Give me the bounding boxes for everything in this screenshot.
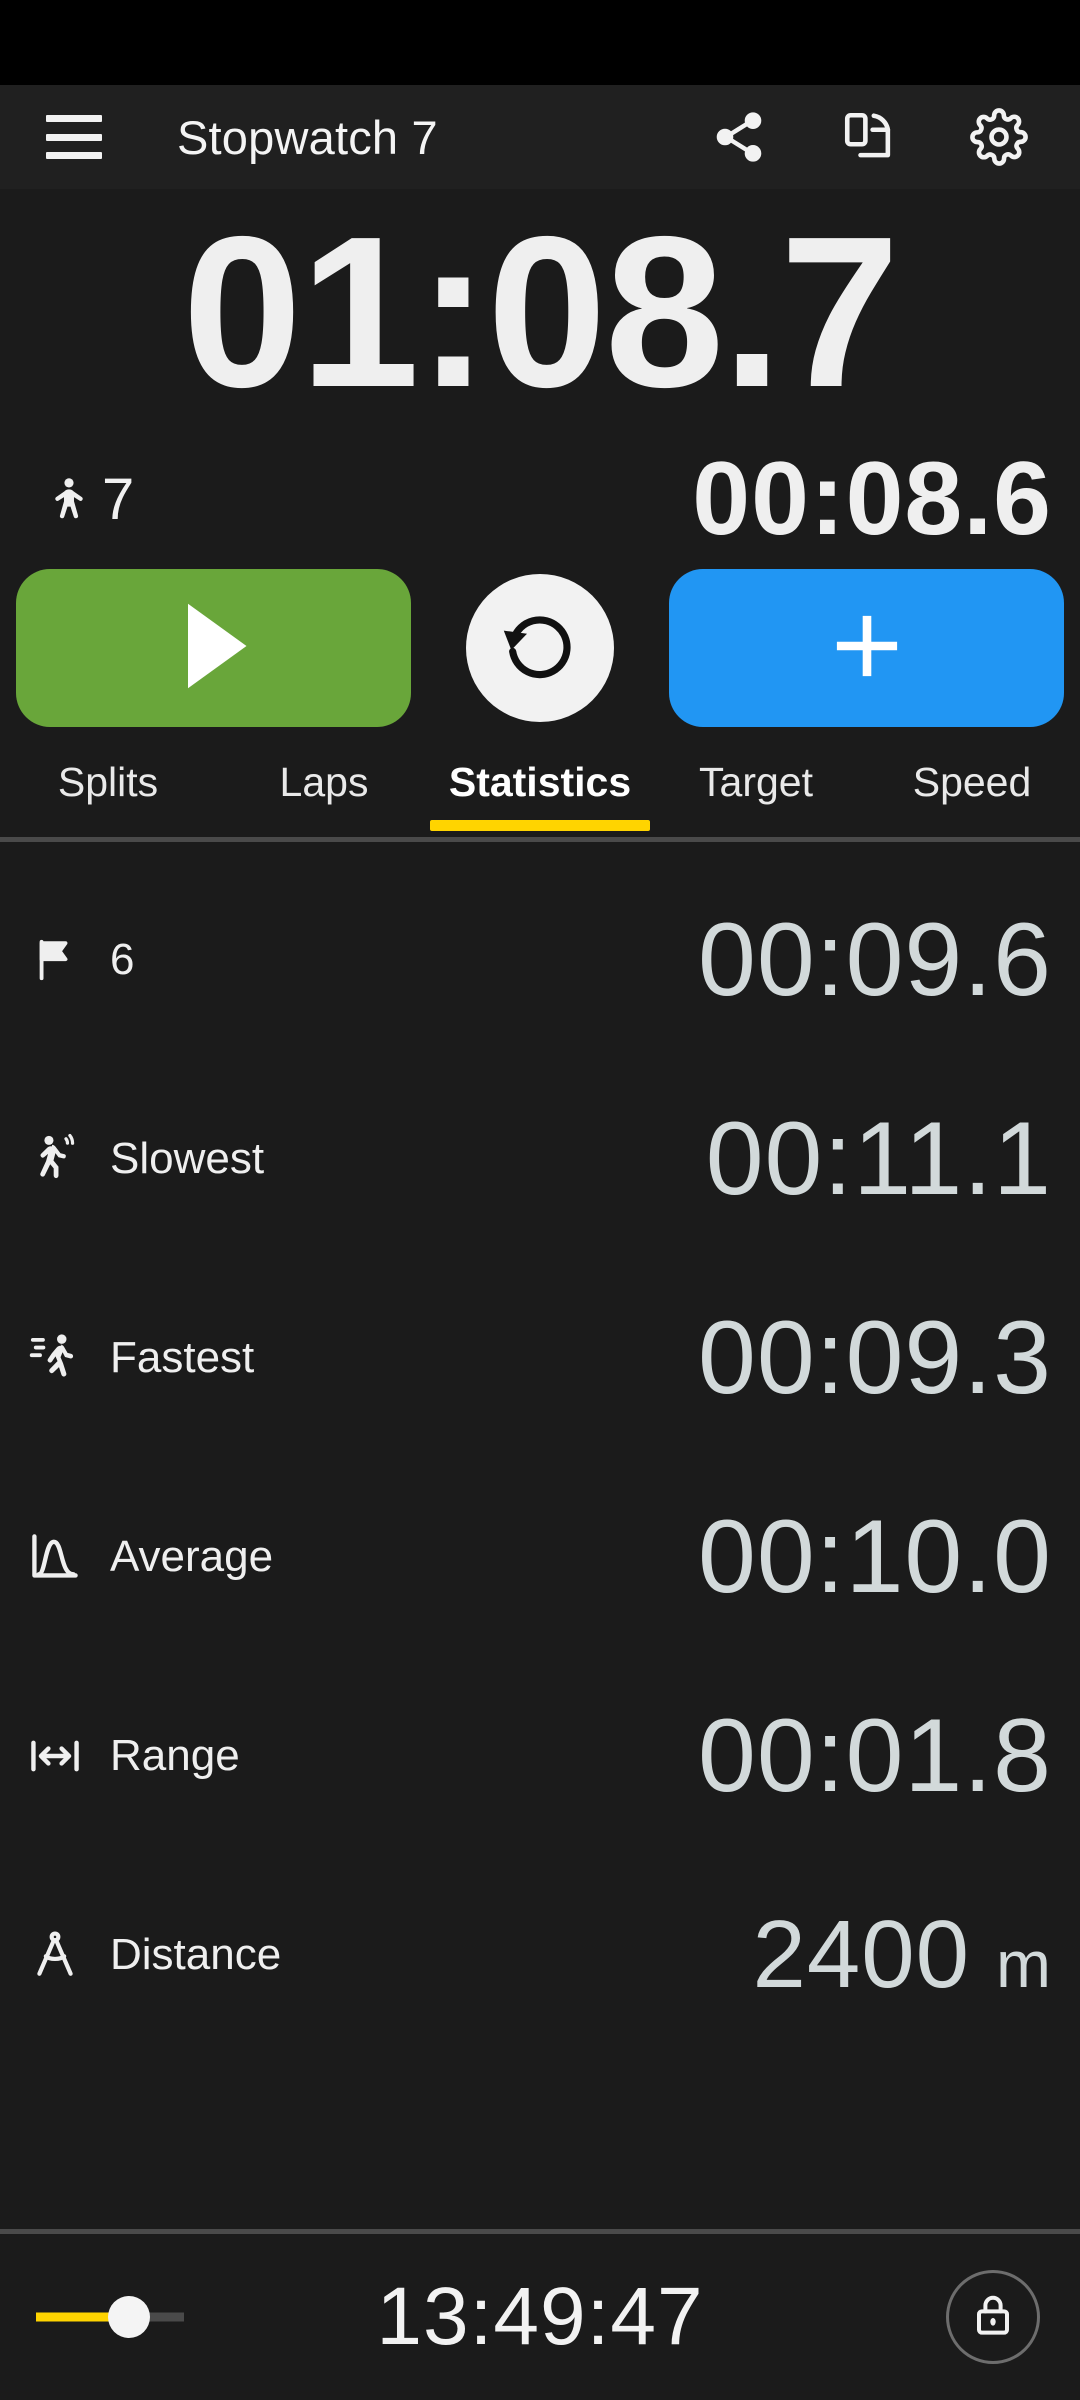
tab-label: Laps <box>279 758 369 805</box>
brightness-slider[interactable] <box>36 2287 184 2347</box>
tab-label: Target <box>699 758 813 805</box>
stat-label-group: Distance <box>26 1926 281 1984</box>
walking-icon <box>26 1130 84 1188</box>
status-bar <box>0 0 1080 85</box>
stat-label-group: Fastest <box>26 1329 254 1387</box>
stat-label: 6 <box>110 934 135 984</box>
hamburger-line <box>46 115 102 122</box>
stat-row-slowest[interactable]: Slowest 00:11.1 <box>0 1059 1080 1258</box>
tab-target[interactable]: Target <box>648 737 864 837</box>
tab-bar: Splits Laps Statistics Target Speed <box>0 737 1080 837</box>
stat-row-fastest[interactable]: Fastest 00:09.3 <box>0 1258 1080 1457</box>
running-icon <box>26 1329 84 1387</box>
main-timer-value: 01:08.7 <box>182 190 899 432</box>
stat-label-group: Slowest <box>26 1130 264 1188</box>
main-timer-display[interactable]: 01:08.7 <box>0 189 1080 439</box>
stat-value: 00:09.6 <box>698 901 1052 1018</box>
tab-speed[interactable]: Speed <box>864 737 1080 837</box>
curve-chart-icon <box>26 1528 84 1586</box>
distance-number: 2400 <box>752 1900 971 2008</box>
current-lap-time: 00:08.6 <box>692 441 1052 557</box>
stat-label: Range <box>110 1730 240 1780</box>
bottom-bar: 13:49:47 <box>0 2234 1080 2400</box>
controls-row <box>0 559 1080 737</box>
stat-label-group: Range <box>26 1727 240 1785</box>
slider-thumb[interactable] <box>108 2296 150 2338</box>
hamburger-menu-icon[interactable] <box>46 115 102 159</box>
tab-label: Speed <box>912 758 1032 805</box>
tab-label: Splits <box>57 758 159 805</box>
distance-unit: m <box>996 1926 1052 2001</box>
flag-icon <box>26 931 84 989</box>
reset-icon <box>499 605 581 692</box>
stat-label-group: 6 <box>26 931 134 989</box>
tab-label: Statistics <box>448 758 632 805</box>
tab-splits[interactable]: Splits <box>0 737 216 837</box>
stat-row-average[interactable]: Average 00:10.0 <box>0 1457 1080 1656</box>
hamburger-line <box>46 133 102 141</box>
split-screen-icon[interactable] <box>838 106 900 168</box>
add-lap-button[interactable] <box>669 569 1064 727</box>
stat-label: Fastest <box>110 1332 255 1382</box>
current-lap-row: 7 00:08.6 <box>0 439 1080 559</box>
share-icon[interactable] <box>708 106 770 168</box>
stat-row-laps[interactable]: 6 00:09.6 <box>0 860 1080 1059</box>
page-title: Stopwatch 7 <box>177 110 438 164</box>
play-icon <box>175 600 253 697</box>
compass-divider-icon <box>26 1926 84 1984</box>
stat-row-distance[interactable]: Distance 2400 m <box>0 1855 1080 2054</box>
range-arrows-icon <box>26 1727 84 1785</box>
reset-button-wrap <box>411 574 669 722</box>
stat-label: Distance <box>110 1929 282 1979</box>
hamburger-line <box>46 152 102 159</box>
stat-label-group: Average <box>26 1528 273 1586</box>
gear-icon[interactable] <box>968 106 1030 168</box>
stat-label: Average <box>110 1531 274 1581</box>
stat-row-range[interactable]: Range 00:01.8 <box>0 1656 1080 1855</box>
stopwatch-app-screen: Stopwatch 7 01:08.7 7 00:08.6 Splits Lap… <box>0 0 1080 2400</box>
tab-statistics[interactable]: Statistics <box>432 737 648 837</box>
stat-label: Slowest <box>110 1133 265 1183</box>
plus-icon <box>824 603 910 694</box>
reset-button[interactable] <box>466 574 614 722</box>
statistics-list: 6 00:09.6 Slowest 00:11.1 Fastest 00:09.… <box>0 842 1080 2229</box>
app-bar-actions <box>708 106 1044 168</box>
start-button[interactable] <box>16 569 411 727</box>
lock-button[interactable] <box>946 2270 1040 2364</box>
lock-icon <box>969 2289 1017 2346</box>
tab-laps[interactable]: Laps <box>216 737 432 837</box>
app-bar: Stopwatch 7 <box>0 85 1080 189</box>
